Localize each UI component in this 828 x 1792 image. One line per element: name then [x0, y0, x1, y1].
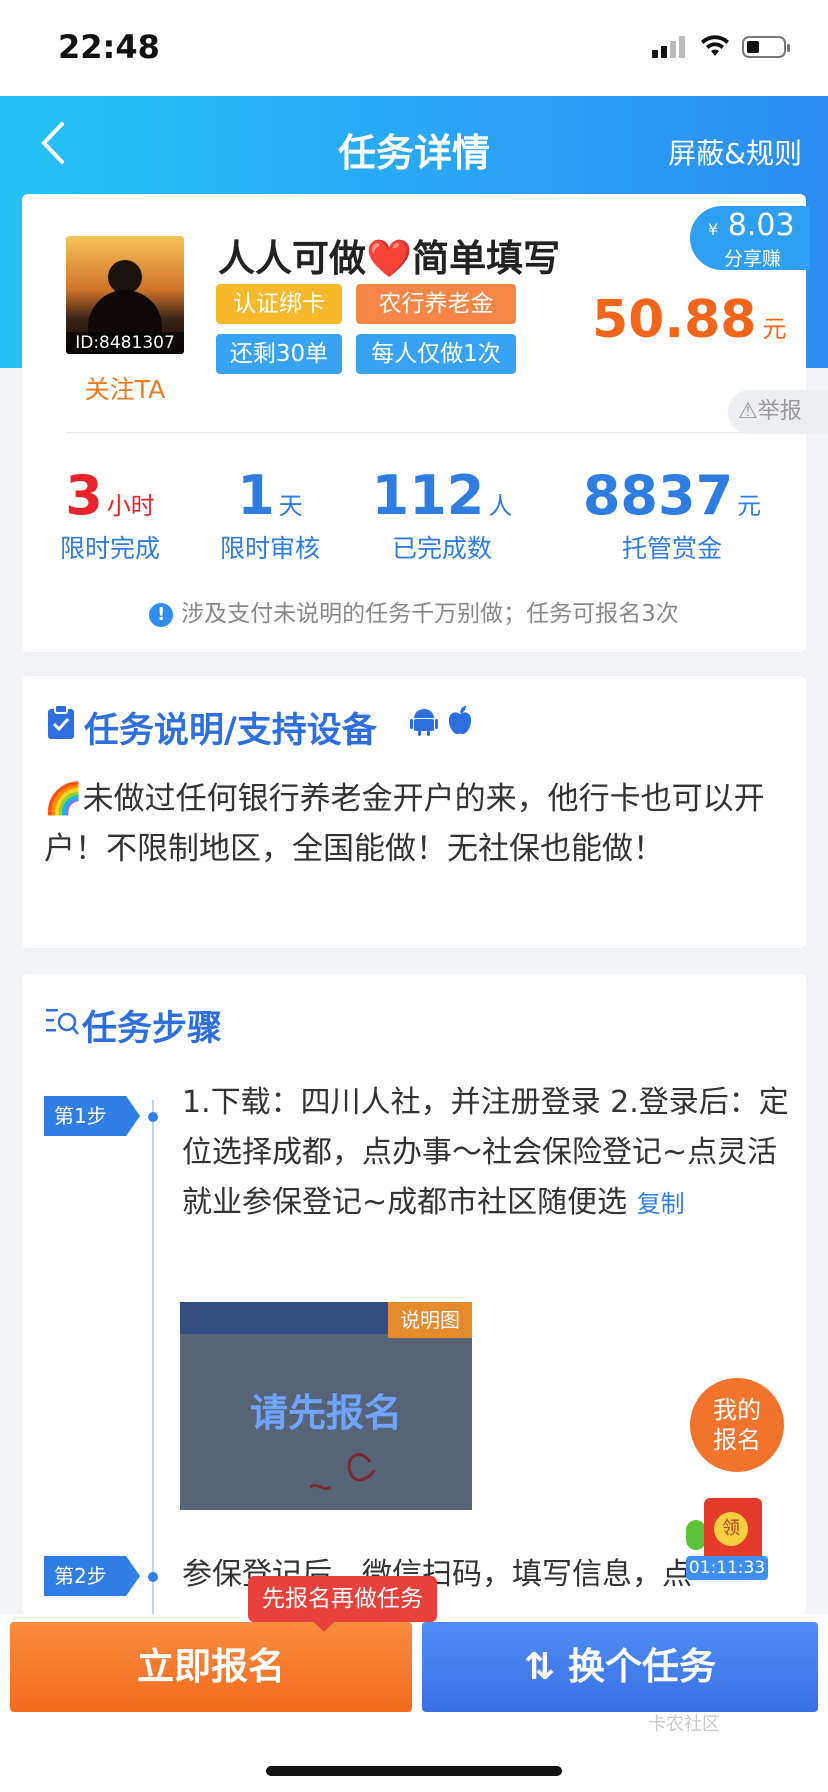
step-1-dot: [148, 1112, 158, 1122]
step-1-image[interactable]: 请先报名 说明图: [180, 1302, 472, 1510]
battery-icon: [742, 36, 790, 58]
user-id: ID:8481307: [66, 332, 184, 354]
steps-title: 任务步骤: [82, 1009, 223, 1049]
status-time: 22:48: [58, 28, 160, 66]
signup-first-overlay: 请先报名: [249, 1391, 402, 1435]
signal-icon: [652, 36, 688, 58]
red-packet-icon: 领: [714, 1512, 748, 1546]
clipboard-icon: [48, 704, 74, 739]
share-earn-button[interactable]: ¥ 8.03 分享赚: [690, 206, 810, 270]
task-description-card: 任务说明/支持设备 🌈未做过任何银行养老金开户的来，他行卡也可以开户！不限制地区…: [22, 676, 806, 948]
step-2-badge: 第2步: [44, 1556, 140, 1596]
avatar[interactable]: ID:8481307: [66, 236, 184, 354]
description-text: 🌈未做过任何银行养老金开户的来，他行卡也可以开户！不限制地区，全国能做！无社保也…: [44, 781, 765, 867]
stat-time-limit: 3 小时 限时完成: [59, 464, 160, 563]
swap-arrows-icon: ⇅: [524, 1645, 556, 1688]
info-icon: !: [149, 603, 174, 627]
red-packet-button[interactable]: 领 01:11:33: [684, 1490, 774, 1580]
report-button[interactable]: ⚠举报: [728, 390, 828, 434]
step-2-dot: [148, 1572, 158, 1582]
task-price: 50.88 元: [592, 290, 787, 350]
bottom-action-bar: 立即报名 ⇅ 换个任务 先报名再做任务 卡农社区: [0, 1576, 828, 1792]
tag-bank-pension: 农行养老金: [356, 284, 516, 324]
image-tag: 说明图: [388, 1302, 472, 1338]
home-indicator: [266, 1766, 562, 1776]
signup-tip: 先报名再做任务: [248, 1576, 437, 1632]
task-title: 人人可做❤️简单填写: [218, 237, 561, 280]
tag-verify-card: 认证绑卡: [216, 284, 342, 324]
step-1-text: 1.下载：四川人社，并注册登录 2.登录后：定位选择成都，点办事～社会保险登记~…: [182, 1085, 789, 1220]
watermark: 卡农社区: [648, 1714, 720, 1735]
step-1-badge: 第1步: [44, 1096, 140, 1136]
switch-task-button[interactable]: ⇅ 换个任务: [422, 1622, 818, 1712]
android-icon: [410, 709, 438, 736]
notice: ! 涉及支付未说明的任务千万别做；任务可报名3次: [22, 594, 806, 628]
divider: [66, 432, 766, 433]
countdown-timer: 01:11:33: [686, 1556, 768, 1580]
warning-icon: ⚠: [738, 399, 758, 424]
wifi-icon: [701, 35, 729, 56]
stat-escrow-reward: 8837 元 托管赏金: [582, 464, 762, 563]
follow-button[interactable]: 关注TA: [66, 370, 184, 406]
search-list-icon: [46, 1009, 79, 1035]
stat-review-limit: 1天 限时审核: [219, 464, 320, 563]
stat-completed: 112 人 已完成数: [371, 464, 513, 563]
copy-link[interactable]: 复制: [637, 1190, 685, 1218]
status-bar: 22:48: [0, 0, 828, 96]
description-title: 任务说明/支持设备: [84, 711, 377, 751]
task-summary-card: ID:8481307 关注TA 人人可做❤️简单填写 认证绑卡 农行养老金 还剩…: [22, 194, 806, 652]
timeline-line: [152, 1100, 154, 1614]
apply-now-button[interactable]: 立即报名: [10, 1622, 412, 1712]
apple-icon: [448, 706, 472, 735]
block-rules-link[interactable]: 屏蔽&规则: [668, 132, 802, 172]
my-signup-button[interactable]: 我的 报名: [690, 1378, 784, 1472]
tag-remaining: 还剩30单: [216, 334, 342, 374]
tag-once-per-person: 每人仅做1次: [356, 334, 516, 374]
